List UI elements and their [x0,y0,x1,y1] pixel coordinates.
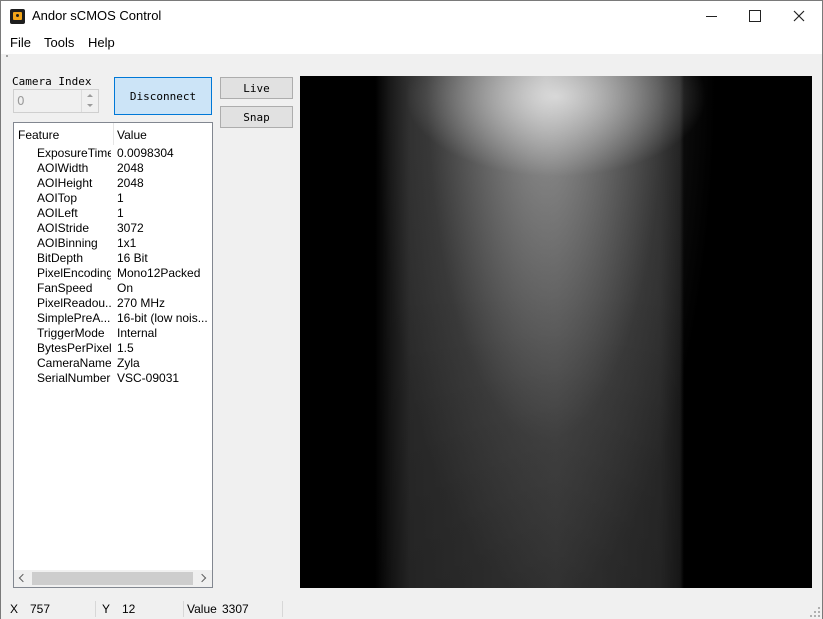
status-x-value: 757 [30,602,51,616]
scroll-right-icon[interactable] [195,570,212,587]
window-title: Andor sCMOS Control [32,8,162,23]
menu-tools[interactable]: Tools [44,35,74,50]
list-item[interactable]: FanSpeed On [14,281,212,296]
feature-name: AOIBinning [37,236,98,250]
feature-name: SerialNumber [37,371,111,385]
list-item[interactable]: ExposureTime 0.0098304 [14,146,212,161]
column-divider[interactable] [113,123,114,145]
list-item[interactable]: AOIBinning 1x1 [14,236,212,251]
status-pixel-value: 3307 [222,602,249,616]
status-x-label: X [10,602,19,616]
camera-image-view[interactable] [300,76,812,588]
feature-value: 1x1 [117,236,137,250]
scroll-left-icon[interactable] [14,570,31,587]
feature-value: 3072 [117,221,144,235]
camera-index-value: 0 [17,94,25,108]
camera-index-label: Camera Index [12,75,92,88]
feature-value: VSC-09031 [117,371,180,385]
feature-name: AOIStride [37,221,90,235]
feature-value: 16 Bit [117,251,148,265]
feature-value: 270 MHz [117,296,166,310]
list-item[interactable]: BitDepth 16 Bit [14,251,212,266]
column-header-feature[interactable]: Feature [18,128,59,142]
list-item[interactable]: AOITop 1 [14,191,212,206]
feature-name: TriggerMode [37,326,105,340]
camera-frame-image [300,76,812,588]
feature-value: 1 [117,206,124,220]
status-divider [95,601,96,617]
feature-name: AOIHeight [37,176,93,190]
title-bar: Andor sCMOS Control [1,1,822,32]
horizontal-scrollbar[interactable] [14,570,212,587]
live-button[interactable]: Live [220,77,293,99]
feature-value: 2048 [117,161,144,175]
status-y-label: Y [102,602,111,616]
toolstrip-grip [6,55,8,57]
list-item[interactable]: CameraName Zyla [14,356,212,371]
list-item[interactable]: AOIHeight 2048 [14,176,212,191]
feature-name: ExposureTime [37,146,111,160]
menu-bar: File Tools Help [1,32,822,53]
status-divider [282,601,283,617]
feature-value: Mono12Packed [117,266,201,280]
list-item[interactable]: TriggerMode Internal [14,326,212,341]
feature-value: 1.5 [117,341,134,355]
feature-value: On [117,281,134,295]
camera-icon [10,9,25,24]
menubar-divider [1,53,822,61]
feature-value: 1 [117,191,124,205]
close-icon[interactable] [777,1,822,32]
feature-name: PixelEncoding [37,266,111,280]
menu-help[interactable]: Help [88,35,115,50]
list-item[interactable]: PixelReadou... 270 MHz [14,296,212,311]
app-window: Andor sCMOS Control File Tools Help Came… [0,0,823,619]
resize-grip-icon[interactable] [810,607,820,617]
list-item[interactable]: AOIStride 3072 [14,221,212,236]
feature-name: BitDepth [37,251,84,265]
menu-file[interactable]: File [10,35,31,50]
feature-name: AOITop [37,191,78,205]
feature-name: CameraName [37,356,111,370]
feature-value: 16-bit (low nois... [117,311,208,325]
feature-name: FanSpeed [37,281,93,295]
status-divider [183,601,184,617]
list-item[interactable]: AOIWidth 2048 [14,161,212,176]
feature-name: PixelReadou... [37,296,111,310]
list-item[interactable]: BytesPerPixel 1.5 [14,341,212,356]
feature-name: BytesPerPixel [37,341,111,355]
feature-value: 2048 [117,176,144,190]
column-header-value[interactable]: Value [117,128,147,142]
feature-name: AOIWidth [37,161,89,175]
list-header: Feature Value [14,123,212,145]
list-item[interactable]: PixelEncoding Mono12Packed [14,266,212,281]
spinner-buttons [81,90,98,112]
camera-index-spinner[interactable]: 0 [13,89,99,113]
status-bar: X 757 Y 12 Value 3307 [1,599,822,619]
list-item[interactable]: AOILeft 1 [14,206,212,221]
scroll-thumb[interactable] [32,572,193,585]
maximize-icon[interactable] [732,1,777,32]
status-value-label: Value [187,602,217,616]
feature-list[interactable]: Feature Value ExposureTime 0.0098304 AOIWi… [13,122,213,588]
feature-name: AOILeft [37,206,78,220]
snap-button[interactable]: Snap [220,106,293,128]
spinner-up-icon[interactable] [82,90,98,101]
list-rows: ExposureTime 0.0098304 AOIWidth 2048 AOIHeig… [14,146,212,386]
feature-name: SimplePreA... [37,311,111,325]
status-y-value: 12 [122,602,136,616]
disconnect-button[interactable]: Disconnect [114,77,212,115]
feature-value: Zyla [117,356,140,370]
list-item[interactable]: SimplePreA... 16-bit (low nois... [14,311,212,326]
minimize-icon[interactable] [689,1,734,32]
feature-value: Internal [117,326,158,340]
list-item[interactable]: SerialNumber VSC-09031 [14,371,212,386]
feature-value: 0.0098304 [117,146,174,160]
spinner-down-icon[interactable] [82,101,98,112]
